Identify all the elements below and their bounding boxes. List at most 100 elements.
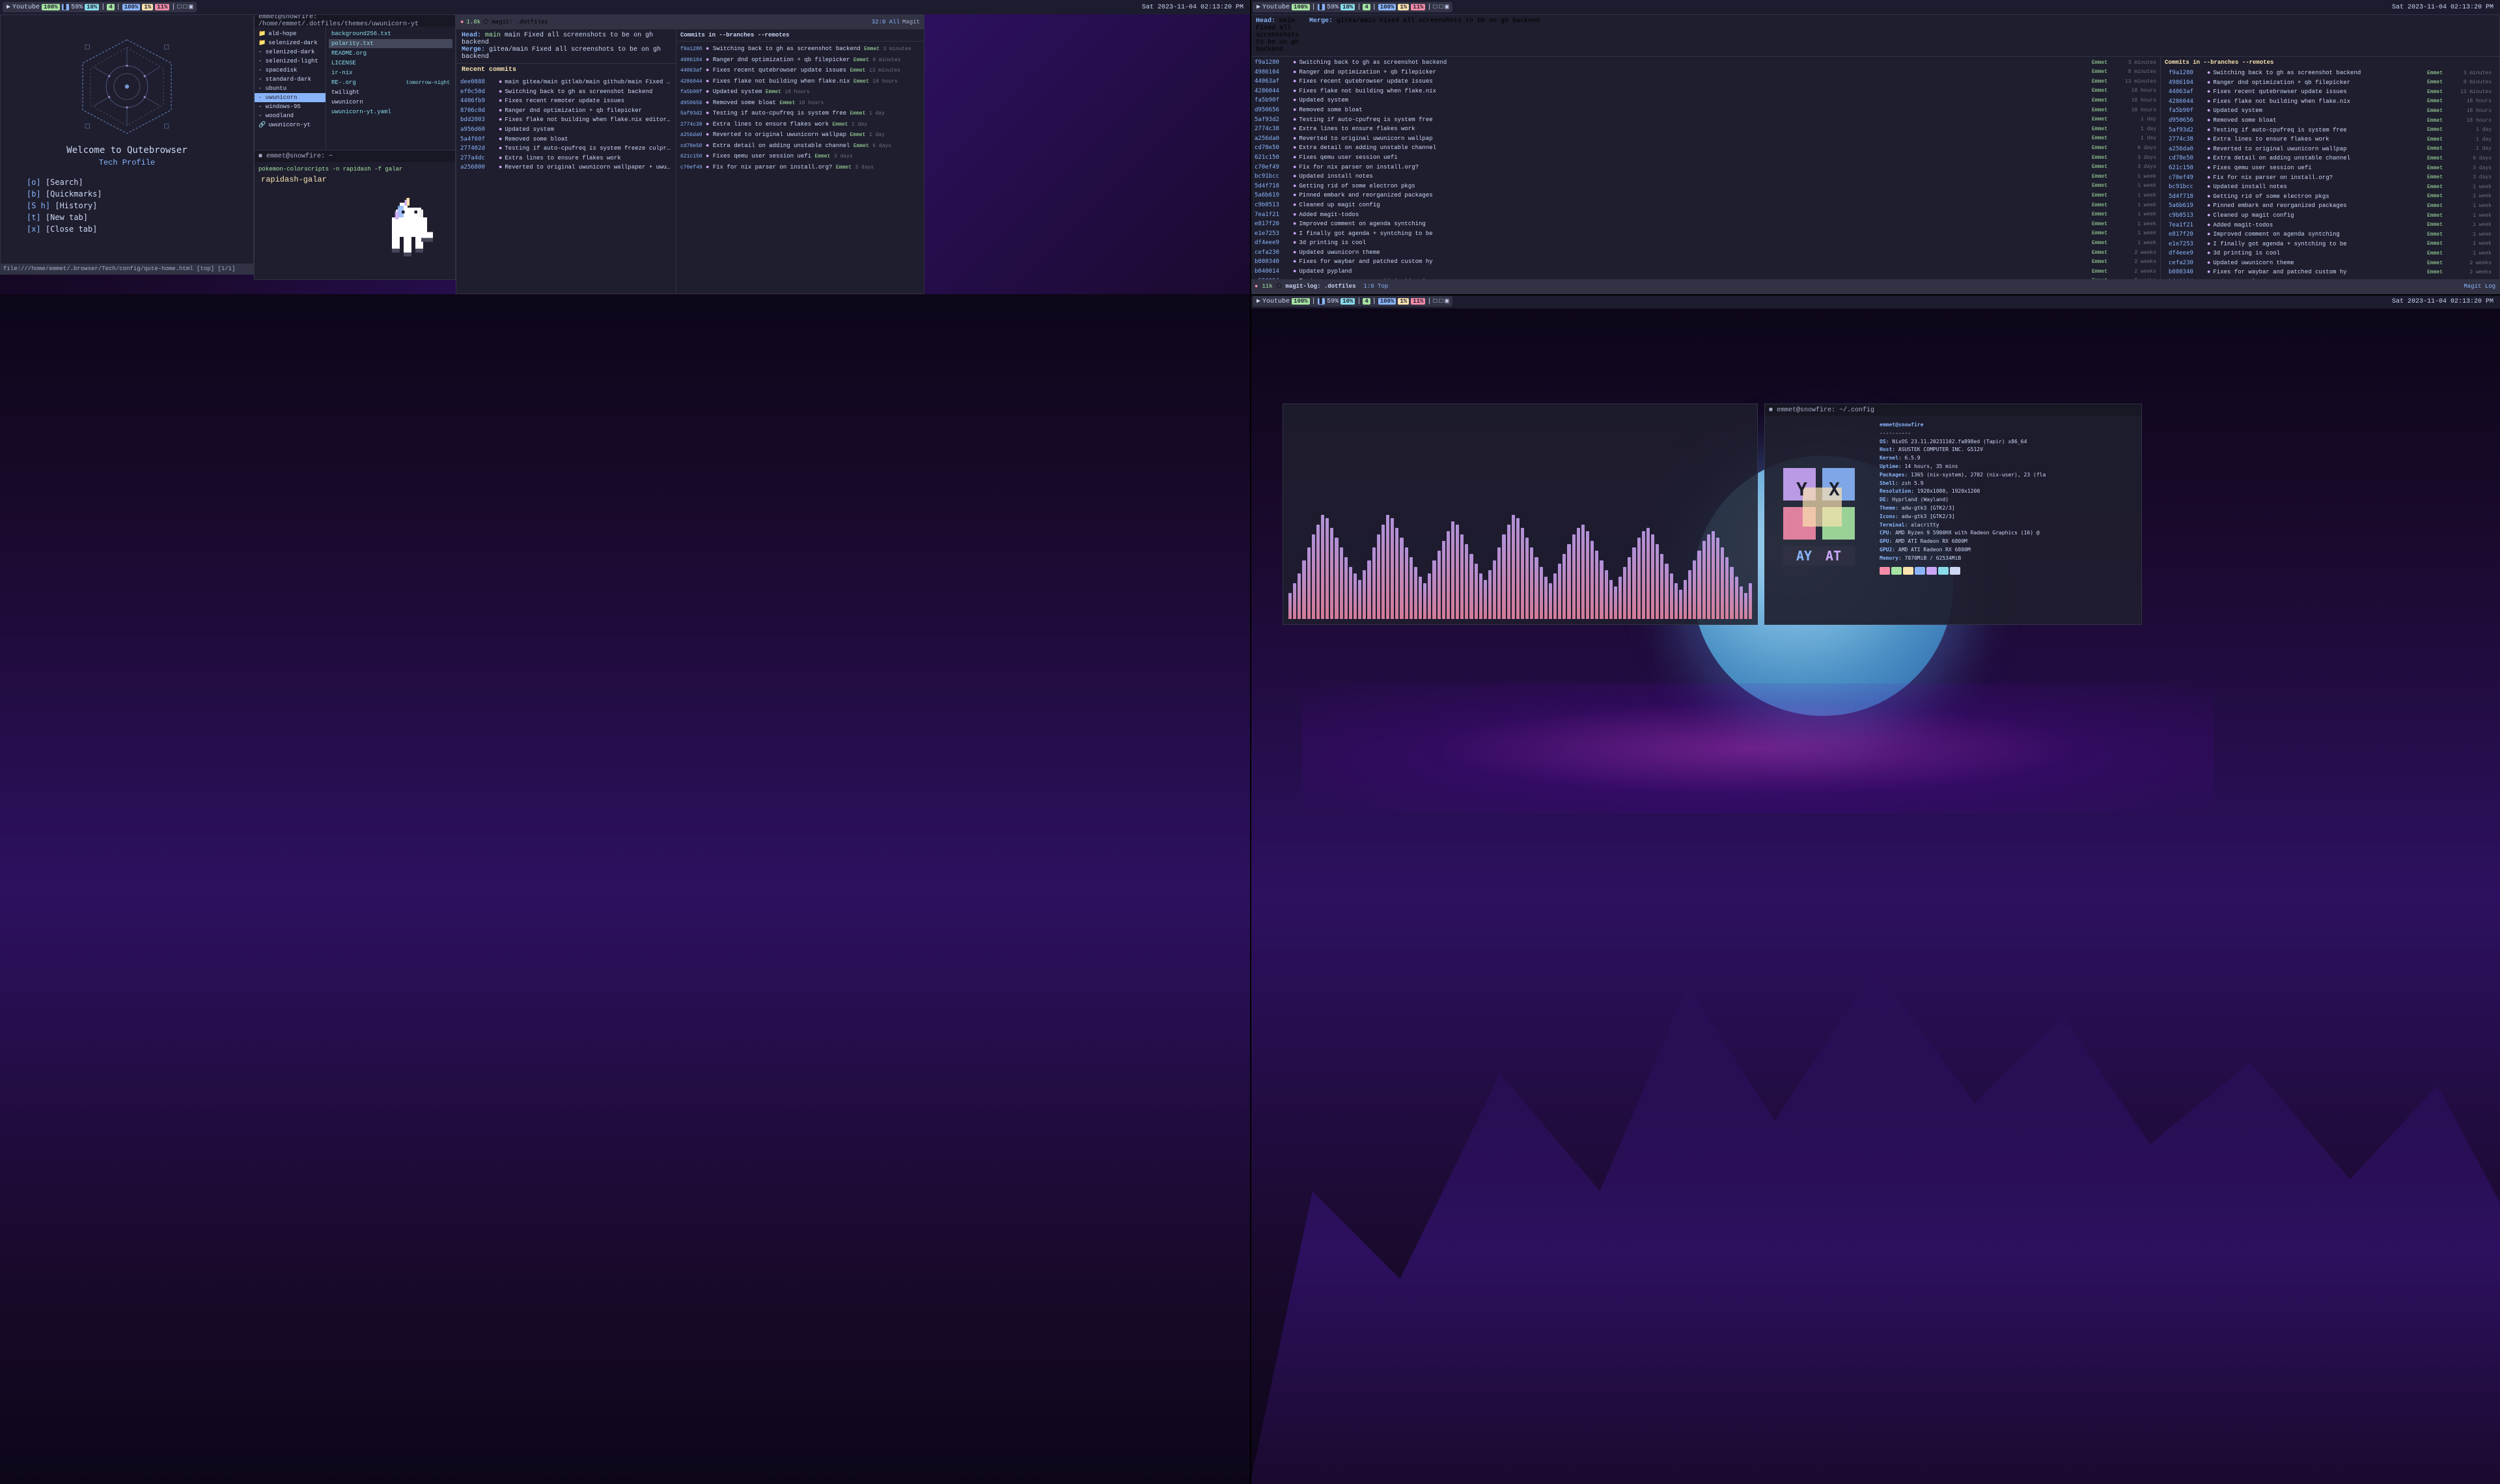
magit-log-item[interactable]: a256da0●Reverted to original uwunicorn w…: [1251, 134, 2160, 144]
file-ir-nix[interactable]: ir-nix: [329, 68, 452, 77]
magit-right-commit-item[interactable]: d950656 ● Removed some bloat Emmet 18 ho…: [680, 98, 920, 109]
magit-right-commit-item[interactable]: f9a1280 ● Switching back to gh as screen…: [680, 44, 920, 55]
file-license[interactable]: LICENSE: [329, 59, 452, 68]
magit-log-item[interactable]: c70ef49●Fix for nix parser on install.or…: [1251, 163, 2160, 172]
file-twilight[interactable]: twilight: [329, 88, 452, 97]
magit-log-right-item[interactable]: 5a6b619●Pinned embark and reorganized pa…: [2165, 201, 2495, 211]
magit-log-right-item[interactable]: cd78e50●Extra detail on adding unstable …: [2165, 154, 2495, 163]
magit-log-item[interactable]: 621c150●Fixes qemu user session uefiEmme…: [1251, 153, 2160, 163]
magit-log-right-item[interactable]: 7ea1f21●Added magit-todosEmmet1 week: [2165, 221, 2495, 230]
magit-log-item[interactable]: b080340●Fixes for waybar and patched cus…: [1251, 257, 2160, 267]
magit-right-commit-item[interactable]: 2774c38 ● Extra lines to ensure flakes w…: [680, 120, 920, 131]
magit-log-right-item[interactable]: df4eee9●3d printing is coolEmmet1 week: [2165, 249, 2495, 258]
magit-log-right-item[interactable]: d950656●Removed some bloatEmmet18 hours: [2165, 116, 2495, 126]
magit-right-commit-item[interactable]: 621c150 ● Fixes qemu user session uefi E…: [680, 152, 920, 163]
magit-log-right-item[interactable]: 5d4f718●Getting rid of some electron pkg…: [2165, 192, 2495, 202]
datetime-left: Sat 2023-11-04 02:13:20 PM: [1142, 4, 1243, 11]
sidebar-ald-hope[interactable]: 📁 ald-hope: [255, 29, 326, 38]
sidebar-standard-dark[interactable]: - standard-dark: [255, 75, 326, 84]
magit-log-right-item[interactable]: cefa230●Updated uwunicorn themeEmmet2 we…: [2165, 258, 2495, 268]
menu-item-search[interactable]: [o] [Search]: [27, 178, 240, 187]
magit-right-commit-item[interactable]: 4286044 ● Fixes flake not building when …: [680, 77, 920, 88]
magit-log-item[interactable]: bc91bcc●Updated install notesEmmet1 week: [1251, 172, 2160, 182]
magit-log-right-item[interactable]: 4986104●Ranger dnd optimization + qb fil…: [2165, 78, 2495, 88]
viz-bar: [1651, 534, 1654, 619]
sidebar-ubuntu[interactable]: - ubuntu: [255, 84, 326, 93]
viz-bar: [1628, 557, 1631, 619]
sidebar-background[interactable]: 📁 selenized-dark: [255, 38, 326, 48]
magit-log-right-item[interactable]: 2774c38●Extra lines to ensure flakes wor…: [2165, 135, 2495, 144]
magit-right-commit-item[interactable]: cd78e50 ● Extra detail on adding unstabl…: [680, 141, 920, 152]
file-readme[interactable]: README.org: [329, 49, 452, 58]
magit-log-item[interactable]: cefa230●Updated uwunicorn themeEmmet2 we…: [1251, 248, 2160, 258]
magit-log-item[interactable]: fa5b90f●Updated systemEmmet18 hours: [1251, 96, 2160, 105]
file-re-org[interactable]: RE-.org tomorrow-night: [329, 78, 452, 87]
magit-commit-item[interactable]: 277a4dc●Extra lines to ensure flakes wor…: [456, 154, 676, 163]
magit-right-commit-item[interactable]: fa5b90f ● Updated system Emmet 18 hours: [680, 87, 920, 98]
magit-log-item[interactable]: 5af93d2●Testing if auto-cpufreq is syste…: [1251, 115, 2160, 125]
magit-log-item[interactable]: 4986104●Ranger dnd optimization + qb fil…: [1251, 68, 2160, 77]
magit-log-item[interactable]: c9b0513●Cleaned up magit configEmmet1 we…: [1251, 200, 2160, 210]
viz-bar: [1581, 525, 1585, 619]
magit-log-item[interactable]: e817f20●Improved comment on agenda syntc…: [1251, 219, 2160, 229]
magit-log-right-item[interactable]: 5af93d2●Testing if auto-cpufreq is syste…: [2165, 126, 2495, 135]
magit-log-item[interactable]: 5a6b619●Pinned embark and reorganized pa…: [1251, 191, 2160, 200]
magit-right-commit-item[interactable]: a256da0 ● Reverted to original uwunicorn…: [680, 130, 920, 141]
magit-commit-item[interactable]: 4406fb9●Fixes recent remoter update issu…: [456, 96, 676, 106]
magit-log-right-item[interactable]: 44063af●Fixes recent qutebrowser update …: [2165, 87, 2495, 97]
taskbar-bottom[interactable]: ▶ Youtube 100% | ▊ 59% 10% | 4 | 100% 1%…: [1253, 296, 1452, 307]
magit-right-commit-item[interactable]: 44063af ● Fixes recent qutebrowser updat…: [680, 66, 920, 77]
magit-commit-item[interactable]: dee0888●main gitea/main gitlab/main gith…: [456, 77, 676, 87]
magit-log-right-item[interactable]: 621c150●Fixes qemu user session uefiEmme…: [2165, 163, 2495, 173]
file-uwunicorn-yaml[interactable]: uwunicorn-yt.yaml: [329, 107, 452, 117]
magit-right-commit-item[interactable]: 4986104 ● Ranger dnd optimization + qb f…: [680, 55, 920, 66]
magit-log-item[interactable]: cd78e50●Extra detail on adding unstable …: [1251, 143, 2160, 153]
magit-commit-item[interactable]: ef0c50d●Switching back to gh as screensh…: [456, 87, 676, 97]
magit-log-right-item[interactable]: a256da0●Reverted to original uwunicorn w…: [2165, 144, 2495, 154]
magit-log-item[interactable]: b040014●Updated pyplandEmmet2 weeks: [1251, 267, 2160, 277]
magit-log-item[interactable]: 44063af●Fixes recent qutebrowser update …: [1251, 77, 2160, 87]
magit-log-item[interactable]: d950656●Removed some bloatEmmet18 hours: [1251, 105, 2160, 115]
magit-commit-item[interactable]: bdd2003●Fixes flake not building when fl…: [456, 115, 676, 125]
viz-bar: [1465, 544, 1468, 619]
magit-log-item[interactable]: 5d4f718●Getting rid of some electron pkg…: [1251, 182, 2160, 191]
menu-item-quickmarks[interactable]: [b] [Quickmarks]: [27, 189, 240, 199]
magit-commit-item[interactable]: 8706c0d●Ranger dnd optimization + qb fil…: [456, 106, 676, 116]
sidebar-selenized-dark[interactable]: - selenized-dark: [255, 48, 326, 57]
file-uwunicorn2[interactable]: uwunicorn: [329, 98, 452, 107]
magit-commit-item[interactable]: a256800●Reverted to original uwunicorn w…: [456, 163, 676, 172]
magit-log-item[interactable]: 7ea1f21●Added magit-todosEmmet1 week: [1251, 210, 2160, 220]
sidebar-selenized-light[interactable]: - selenized-light: [255, 57, 326, 66]
file-polarity[interactable]: polarity.txt: [329, 39, 452, 48]
magit-log-right-item[interactable]: c9b0513●Cleaned up magit configEmmet1 we…: [2165, 211, 2495, 221]
sidebar-uwunicorn-yt[interactable]: 🔗 uwunicorn-yt: [255, 120, 326, 130]
sidebar-uwunicorn[interactable]: - uwunicorn: [255, 93, 326, 102]
magit-commit-item[interactable]: 277402d●Testing if auto-cpufreq is syste…: [456, 144, 676, 154]
magit-log-right-item[interactable]: bc91bcc●Updated install notesEmmet1 week: [2165, 182, 2495, 192]
magit-log-item[interactable]: 2774c38●Extra lines to ensure flakes wor…: [1251, 124, 2160, 134]
magit-right-commit-item[interactable]: 5af93d2 ● Testing if auto-cpufreq is sys…: [680, 109, 920, 120]
menu-item-closetab[interactable]: [x] [Close tab]: [27, 225, 240, 234]
taskbar-app-right[interactable]: ▶ Youtube 100% | ▊ 59% 10% | 4 | 100% 1%…: [1253, 2, 1452, 12]
menu-item-newtab[interactable]: [t] [New tab]: [27, 213, 240, 222]
magit-log-right-item[interactable]: b080340●Fixes for waybar and patched cus…: [2165, 268, 2495, 277]
sidebar-windows95[interactable]: - windows-95: [255, 102, 326, 111]
magit-log-item[interactable]: e1e7253●I finally got agenda + syntching…: [1251, 229, 2160, 239]
menu-item-history[interactable]: [S h] [History]: [27, 201, 240, 210]
magit-log-right-item[interactable]: e817f20●Improved comment on agenda syntc…: [2165, 230, 2495, 240]
magit-log-right-item[interactable]: c70ef49●Fix for nix parser on install.or…: [2165, 173, 2495, 183]
magit-log-item[interactable]: 4286044●Fixes flake not building when fl…: [1251, 87, 2160, 96]
sidebar-spacedisk[interactable]: - spacedisk: [255, 66, 326, 75]
magit-right-commit-item[interactable]: c70ef49 ● Fix for nix parser on install.…: [680, 163, 920, 174]
magit-log-right-item[interactable]: e1e7253●I finally got agenda + syntching…: [2165, 240, 2495, 249]
magit-log-right-item[interactable]: fa5b90f●Updated systemEmmet18 hours: [2165, 106, 2495, 116]
magit-commit-item[interactable]: a956d60●Updated system: [456, 125, 676, 135]
file-background256[interactable]: background256.txt: [329, 29, 452, 38]
sidebar-woodland[interactable]: - woodland: [255, 111, 326, 120]
magit-commit-item[interactable]: 5a4f60f●Removed some bloat: [456, 135, 676, 144]
magit-log-item[interactable]: df4eee9●3d printing is coolEmmet1 week: [1251, 238, 2160, 248]
magit-log-right-item[interactable]: f9a1280●Switching back to gh as screensh…: [2165, 68, 2495, 78]
magit-log-right-item[interactable]: 4286044●Fixes flake not building when fl…: [2165, 97, 2495, 107]
taskbar-app-left[interactable]: ▶ Youtube 100% ▊ 59% 10% | 4 | 100% 1% 1…: [3, 2, 197, 12]
magit-log-item[interactable]: f9a1280●Switching back to gh as screensh…: [1251, 58, 2160, 68]
